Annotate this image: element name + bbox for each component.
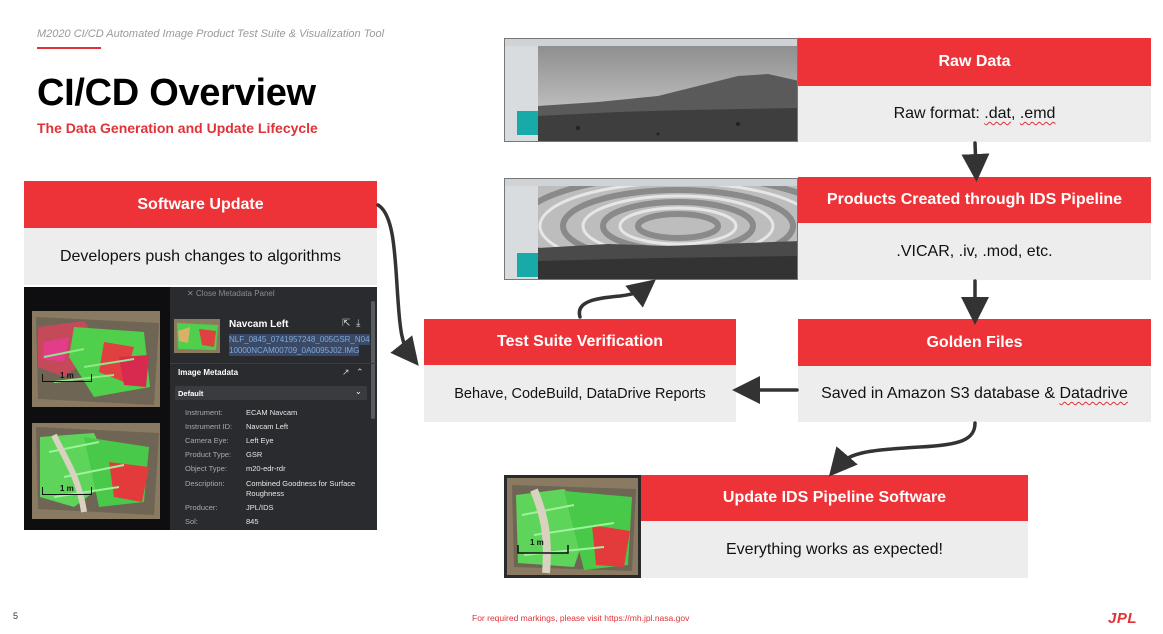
arrow-raw-to-products [961, 141, 990, 182]
jpl-logo: JPL [1108, 610, 1138, 627]
arrow-test-to-products [577, 279, 656, 319]
arrow-software-to-test [376, 203, 419, 366]
footer-markings-link[interactable]: For required markings, please visit http… [472, 613, 689, 623]
flow-arrows [376, 141, 990, 477]
arrow-golden-to-update [828, 421, 977, 477]
page-number: 5 [13, 611, 19, 621]
